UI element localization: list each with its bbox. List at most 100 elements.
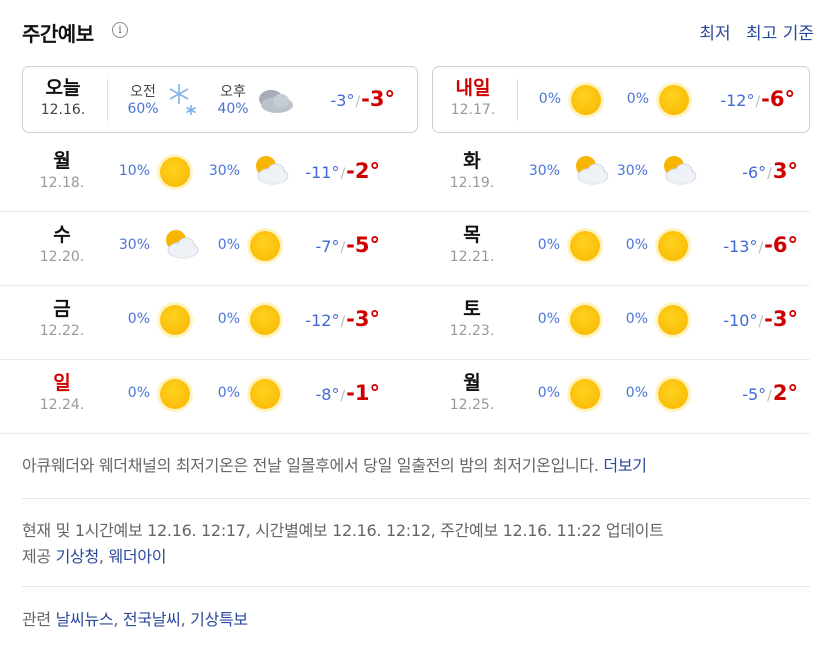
temperature: -12°/-3°	[305, 307, 380, 331]
cloudy-icon	[259, 90, 293, 113]
sort-options: 최저 최고 기준	[689, 19, 814, 44]
day-card[interactable]: 목 12.21. 0% 0% -13°/-6°	[432, 213, 812, 283]
pm-rain: 0%	[625, 237, 648, 253]
day-card[interactable]: 일 12.24. 0% 0% -8°/-1°	[22, 361, 402, 431]
national-weather-link[interactable]: 전국날씨	[123, 610, 181, 629]
high-temp: -1°	[346, 381, 380, 405]
high-temp: -6°	[761, 87, 795, 111]
divider	[0, 285, 810, 286]
day-card[interactable]: 월 12.25. 0% 0% -5°/2°	[432, 361, 812, 431]
weather-warning-link[interactable]: 기상특보	[190, 610, 248, 629]
temperature: -10°/-3°	[723, 307, 798, 331]
temperature: -7°/-5°	[315, 233, 381, 257]
pm-rain: 30%	[208, 163, 240, 179]
am-rain: 30%	[118, 237, 150, 253]
day-date: 12.16.	[40, 102, 86, 118]
weather-news-link[interactable]: 날씨뉴스	[56, 610, 114, 629]
day-name: 목	[463, 224, 481, 246]
day-date: 12.25.	[449, 397, 495, 413]
forecast-row-5: 일 12.24. 0% 0% -8°/-1° 월 12.25. 0% 0% -5°/2°	[22, 361, 810, 431]
temperature: -6°/3°	[742, 159, 798, 183]
partly-cloudy-icon	[256, 156, 289, 185]
low-temp: -10°	[723, 311, 758, 330]
info-icon[interactable]: i	[112, 22, 128, 38]
day-card[interactable]: 화 12.19. 30% 30% -6°/3°	[432, 139, 812, 209]
temperature: -12°/-6°	[720, 87, 795, 111]
high-temp: -2°	[346, 159, 380, 183]
day-card[interactable]: 금 12.22. 0% 0% -12°/-3°	[22, 287, 402, 357]
am-rain: 0%	[538, 91, 561, 107]
day-date: 12.18.	[39, 175, 85, 191]
day-date: 12.17.	[450, 102, 496, 118]
day-name: 토	[463, 298, 481, 320]
related-links: 관련 날씨뉴스, 전국날씨, 기상특보	[22, 610, 248, 629]
am-rain: 10%	[118, 163, 150, 179]
day-date: 12.22.	[39, 323, 85, 339]
sun-icon	[250, 231, 280, 261]
day-label: 화 12.19.	[432, 149, 512, 191]
divider	[22, 498, 810, 499]
divider	[0, 359, 810, 360]
high-temp: -3°	[361, 87, 395, 111]
note-text: 아큐웨더와 웨더채널의 최저기온은 전날 일몰후에서 당일 일출전의 밤의 최저…	[22, 456, 604, 475]
sun-icon	[570, 231, 600, 261]
low-temp: -13°	[723, 237, 758, 256]
day-name: 오늘	[45, 77, 81, 99]
pm-rain: 0%	[217, 311, 240, 327]
sun-icon	[571, 85, 601, 115]
forecast-note: 아큐웨더와 웨더채널의 최저기온은 전날 일몰후에서 당일 일출전의 밤의 최저…	[22, 452, 647, 476]
day-name: 내일	[455, 77, 491, 99]
provider-weatheri-link[interactable]: 웨더아이	[108, 547, 166, 566]
sun-icon	[570, 305, 600, 335]
day-label: 목 12.21.	[432, 223, 512, 265]
am-rain: 0%	[537, 385, 560, 401]
high-temp: -3°	[346, 307, 380, 331]
high-temp: 2°	[772, 381, 798, 405]
provider-kma-link[interactable]: 기상청	[56, 547, 100, 566]
day-date: 12.20.	[39, 249, 85, 265]
sun-icon	[658, 305, 688, 335]
divider	[22, 586, 810, 587]
today-card[interactable]: 오늘 12.16. 오전 60% 오후 40% -3°/-3°	[22, 66, 418, 133]
sort-low-link[interactable]: 최저	[699, 24, 730, 44]
day-card[interactable]: 월 12.18. 10% 30% -11°/-2°	[22, 139, 402, 209]
sun-icon	[658, 231, 688, 261]
temperature: -5°/2°	[742, 381, 798, 405]
day-name: 화	[463, 150, 481, 172]
more-link[interactable]: 더보기	[603, 456, 647, 475]
low-temp: -3°	[330, 91, 355, 110]
am-rain: 30%	[528, 163, 560, 179]
day-name: 월	[53, 150, 71, 172]
day-label: 금 12.22.	[22, 297, 102, 339]
sun-icon	[659, 85, 689, 115]
sun-icon	[570, 379, 600, 409]
day-label: 수 12.20.	[22, 223, 102, 265]
tomorrow-card[interactable]: 내일 12.17. 0% 0% -12°/-6°	[432, 66, 810, 133]
temperature: -11°/-2°	[305, 159, 380, 183]
day-date: 12.21.	[449, 249, 495, 265]
weekly-forecast-header: 주간예보 i 최저 최고 기준	[22, 14, 814, 48]
day-card[interactable]: 수 12.20. 30% 0% -7°/-5°	[22, 213, 402, 283]
page-title: 주간예보	[22, 22, 94, 46]
day-label: 오늘 12.16.	[23, 76, 103, 118]
am-rain: 0%	[537, 237, 560, 253]
day-name: 월	[463, 372, 481, 394]
temperature: -3°/-3°	[330, 87, 396, 111]
day-card[interactable]: 토 12.23. 0% 0% -10°/-3°	[432, 287, 812, 357]
low-temp: -12°	[720, 91, 755, 110]
forecast-row-2: 월 12.18. 10% 30% -11°/-2° 화 12.19. 30% 30% -6°/3°	[22, 139, 810, 209]
day-date: 12.24.	[39, 397, 85, 413]
sort-high-link[interactable]: 최고 기준	[746, 24, 814, 44]
am-label: 오전	[130, 84, 156, 100]
provider-label: 제공	[22, 547, 56, 566]
update-info: 현재 및 1시간예보 12.16. 12:17, 시간별예보 12.16. 12…	[22, 518, 664, 570]
day-name: 금	[53, 298, 71, 320]
am-rain: 60%	[127, 101, 159, 117]
am-rain: 0%	[127, 311, 150, 327]
forecast-row-3: 수 12.20. 30% 0% -7°/-5° 목 12.21. 0% 0% -13°/-6°	[22, 213, 810, 283]
divider	[0, 433, 810, 434]
temperature: -13°/-6°	[723, 233, 798, 257]
pm-rain: 0%	[626, 91, 649, 107]
pm-rain: 0%	[625, 311, 648, 327]
day-date: 12.23.	[449, 323, 495, 339]
